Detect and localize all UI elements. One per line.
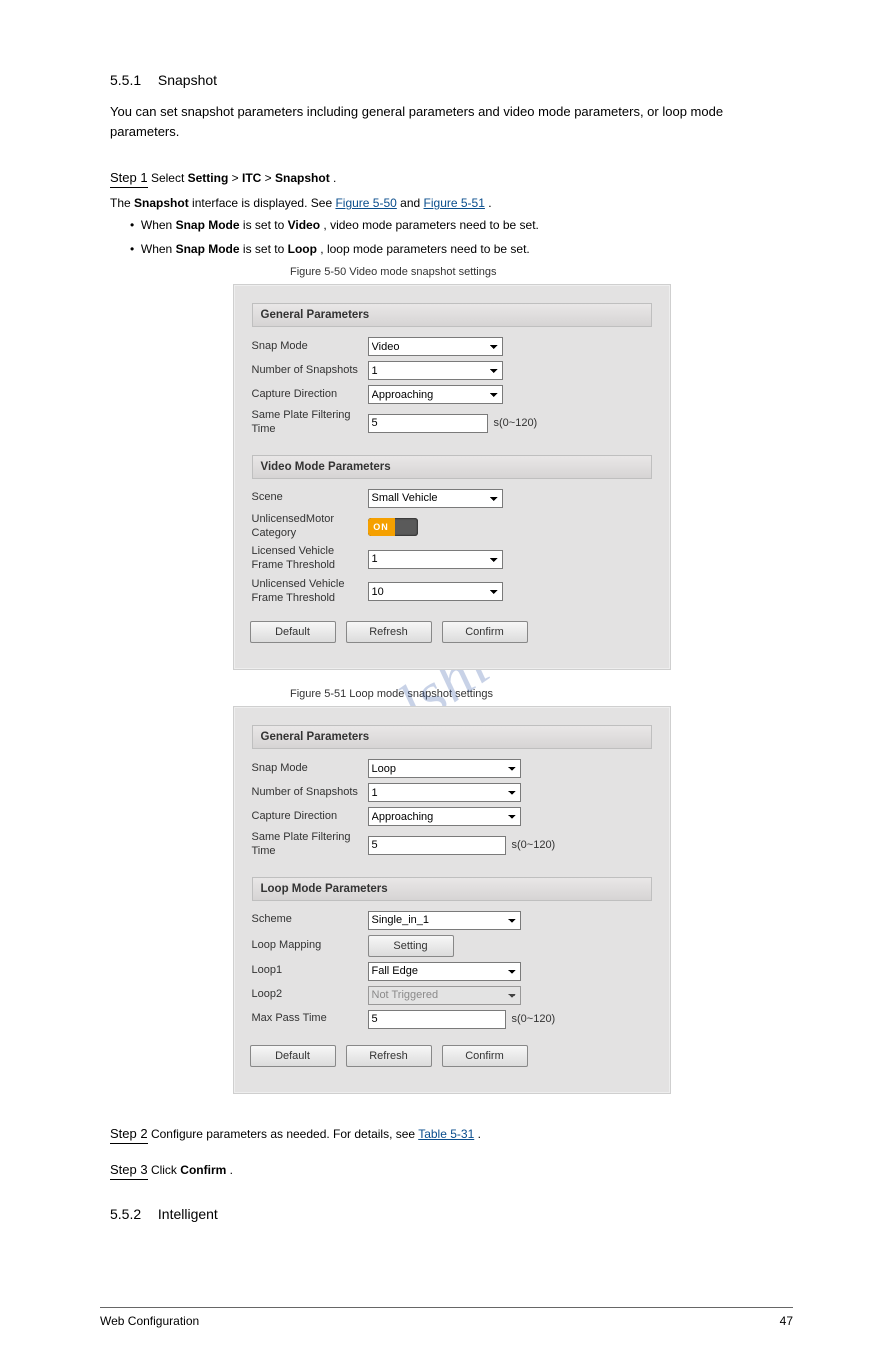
licensed-threshold-select[interactable]: 1 [368,550,503,569]
step3-text-b: . [230,1163,233,1177]
max-pass-time-input[interactable] [368,1010,506,1029]
group-general-parameters: General Parameters [252,303,652,327]
step1-sep1: > [232,171,242,185]
section-heading-552: 5.5.2 Intelligent [110,1206,793,1222]
step1-text-e: interface is displayed. See [192,196,335,210]
b2c: is set to [243,242,288,256]
loop2-select: Not Triggered [368,986,521,1005]
scheme-select[interactable]: Single_in_1 [368,911,521,930]
step2-text-b: . [478,1127,481,1141]
capture-direction-select[interactable]: Approaching [368,385,503,404]
licensed-threshold-label: Licensed Vehicle Frame Threshold [252,545,368,573]
section-number-552: 5.5.2 [110,1206,154,1222]
confirm-button-2[interactable]: Confirm [442,1045,528,1067]
footer-title: Web Configuration [100,1314,199,1328]
unlicensed-motor-toggle[interactable]: ON [368,518,418,536]
max-pass-time-suffix: s(0~120) [512,1013,556,1025]
b1b: Snap Mode [176,218,240,232]
figure-ref-550[interactable]: Figure 5-50 [335,196,396,210]
table-ref-531[interactable]: Table 5-31 [418,1127,474,1141]
figure-550-caption: Figure 5-50 Video mode snapshot settings [110,266,793,278]
same-plate-time-label: Same Plate Filtering Time [252,409,368,437]
figure-ref-551[interactable]: Figure 5-51 [424,196,485,210]
section-number: 5.5.1 [110,72,154,88]
same-plate-time-input-2[interactable] [368,836,506,855]
step2-label: Step 2 [110,1126,148,1144]
b1a: When [141,218,176,232]
step1-text-c: . [333,171,336,185]
b2b: Snap Mode [176,242,240,256]
num-snapshots-select[interactable]: 1 [368,361,503,380]
bullet-video: • When Snap Mode is set to Video , video… [130,216,793,234]
b2e: , loop mode parameters need to be set. [320,242,529,256]
b1d: Video [288,218,320,232]
unlicensed-motor-label: UnlicensedMotor Category [252,513,368,541]
b1e: , video mode parameters need to be set. [323,218,538,232]
scheme-label: Scheme [252,913,368,927]
group-general-parameters-2: General Parameters [252,725,652,749]
figure-551-caption: Figure 5-51 Loop mode snapshot settings [110,688,793,700]
section-title-552: Intelligent [158,1206,218,1222]
refresh-button-2[interactable]: Refresh [346,1045,432,1067]
loop1-select[interactable]: Fall Edge [368,962,521,981]
group-video-mode-parameters: Video Mode Parameters [252,455,652,479]
fig-and: and [400,196,423,210]
bullet-loop: • When Snap Mode is set to Loop , loop m… [130,240,793,258]
num-snapshots-label: Number of Snapshots [252,364,368,378]
default-button[interactable]: Default [250,621,336,643]
scene-select[interactable]: Small Vehicle [368,489,503,508]
step1-text-d: The [110,196,134,210]
footer-page-number: 47 [780,1314,793,1328]
section-heading-551: 5.5.1 Snapshot [110,72,793,88]
snap-mode-label-2: Snap Mode [252,762,368,776]
step1-text-a: Select [151,171,188,185]
snap-mode-select-2[interactable]: Loop [368,759,521,778]
step1-label: Step 1 [110,170,148,188]
unlicensed-threshold-label: Unlicensed Vehicle Frame Threshold [252,578,368,606]
loop1-label: Loop1 [252,964,368,978]
step1-link-snapshot: Snapshot [275,171,330,185]
snap-mode-select[interactable]: Video [368,337,503,356]
loop-mapping-setting-button[interactable]: Setting [368,935,454,957]
step1-link-itc: ITC [242,171,261,185]
step3-confirm-bold: Confirm [180,1163,226,1177]
snap-mode-label: Snap Mode [252,340,368,354]
fig-dot: . [488,196,491,210]
b2d: Loop [288,242,317,256]
step1-link-setting: Setting [188,171,229,185]
refresh-button[interactable]: Refresh [346,621,432,643]
loop-mode-panel: General Parameters Snap Mode Loop Number… [233,706,671,1094]
step3-label: Step 3 [110,1162,148,1180]
same-plate-time-label-2: Same Plate Filtering Time [252,831,368,859]
b2a: When [141,242,176,256]
step1-sep2: > [265,171,275,185]
num-snapshots-select-2[interactable]: 1 [368,783,521,802]
video-mode-panel: General Parameters Snap Mode Video Numbe… [233,284,671,670]
step3-text-a: Click [151,1163,180,1177]
scene-label: Scene [252,491,368,505]
loop2-label: Loop2 [252,988,368,1002]
same-plate-time-suffix: s(0~120) [494,417,538,429]
capture-direction-label: Capture Direction [252,388,368,402]
max-pass-time-label: Max Pass Time [252,1012,368,1026]
section-title: Snapshot [158,72,217,88]
group-loop-mode-parameters: Loop Mode Parameters [252,877,652,901]
same-plate-time-suffix-2: s(0~120) [512,839,556,851]
confirm-button[interactable]: Confirm [442,621,528,643]
default-button-2[interactable]: Default [250,1045,336,1067]
intro-paragraph: You can set snapshot parameters includin… [110,102,793,142]
page-footer: Web Configuration 47 [0,1307,893,1328]
b1c: is set to [243,218,288,232]
step1-snapshot-bold: Snapshot [134,196,189,210]
same-plate-time-input[interactable] [368,414,488,433]
step2-text-a: Configure parameters as needed. For deta… [151,1127,418,1141]
capture-direction-label-2: Capture Direction [252,810,368,824]
unlicensed-threshold-select[interactable]: 10 [368,582,503,601]
capture-direction-select-2[interactable]: Approaching [368,807,521,826]
toggle-on-text: ON [368,518,395,536]
num-snapshots-label-2: Number of Snapshots [252,786,368,800]
loop-mapping-label: Loop Mapping [252,939,368,953]
